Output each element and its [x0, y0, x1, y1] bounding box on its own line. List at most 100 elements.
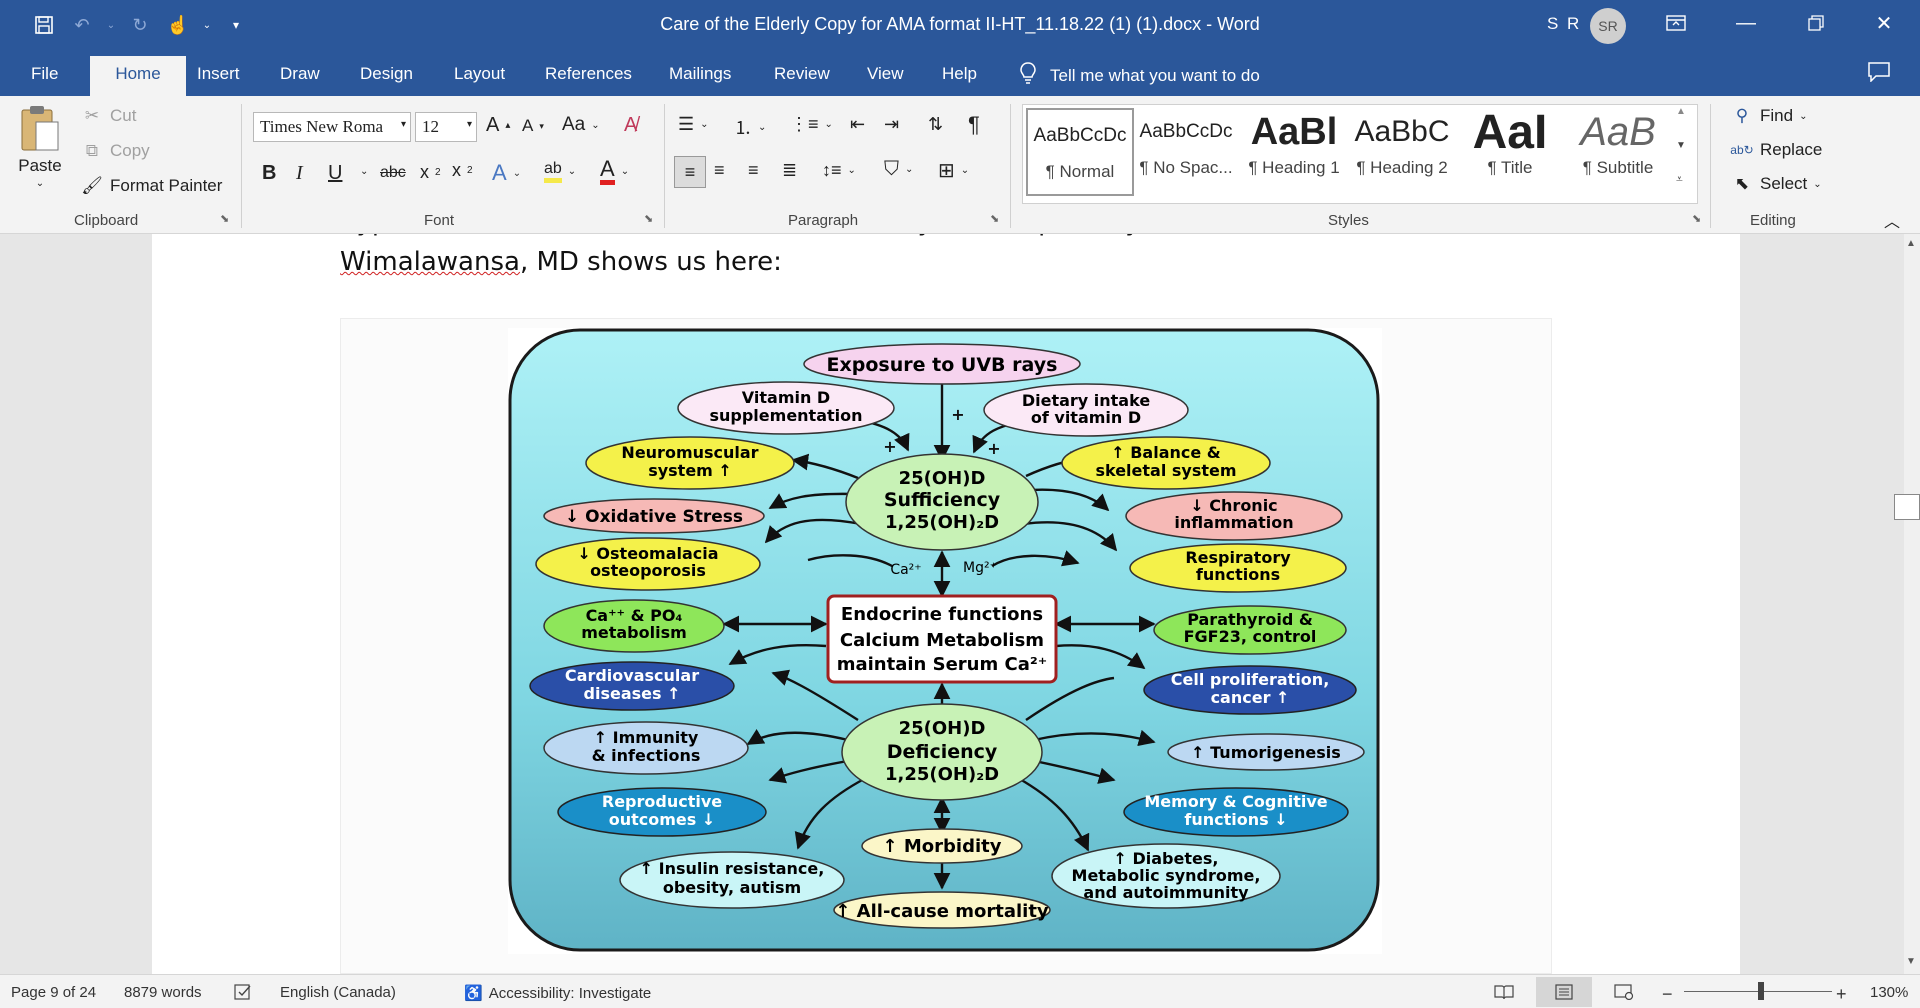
node-cardiovascular[interactable]: Cardiovascular diseases ↑: [529, 661, 735, 711]
tell-me-search[interactable]: Tell me what you want to do: [1020, 62, 1260, 89]
tab-design[interactable]: Design: [360, 60, 413, 88]
sort-icon[interactable]: ⇅: [928, 114, 943, 135]
grow-font-icon[interactable]: A ▴: [486, 114, 510, 137]
strikethrough-icon[interactable]: abc: [380, 164, 406, 182]
zoom-level[interactable]: 130%: [1870, 984, 1908, 1001]
restore-icon[interactable]: [1788, 0, 1844, 46]
node-all-cause-mortality[interactable]: ↑ All-cause mortality: [833, 891, 1051, 929]
replace-button[interactable]: ab↻ Replace: [1730, 140, 1822, 160]
font-name-input[interactable]: Times New Roma ▾: [253, 112, 411, 142]
line-spacing-icon[interactable]: ↕≡ ⌄: [822, 160, 856, 181]
node-diabetes[interactable]: ↑ Diabetes, Metabolic syndrome, and auto…: [1051, 843, 1281, 909]
tab-draw[interactable]: Draw: [280, 60, 320, 88]
bullets-icon[interactable]: ☰ ⌄: [678, 114, 709, 135]
tab-insert[interactable]: Insert: [197, 60, 240, 88]
node-sufficiency[interactable]: 25(OH)D Sufficiency 1,25(OH)₂D: [845, 453, 1039, 551]
text-effects-icon[interactable]: A ⌄: [492, 160, 521, 186]
italic-icon[interactable]: I: [296, 162, 303, 185]
select-button[interactable]: ⬉ Select ⌄: [1730, 174, 1822, 194]
style-subtitle[interactable]: AaB ¶ Subtitle: [1564, 106, 1672, 190]
node-cell-proliferation[interactable]: Cell proliferation, cancer ↑: [1143, 665, 1357, 715]
font-name-dropdown-icon[interactable]: ▾: [401, 119, 406, 130]
copy-button[interactable]: ⧉ Copy: [80, 141, 150, 161]
change-case-icon[interactable]: Aa ⌄: [562, 114, 600, 136]
style-normal[interactable]: AaBbCcDc ¶ Normal: [1026, 108, 1134, 196]
node-uvb-exposure[interactable]: Exposure to UVB rays: [803, 343, 1081, 385]
node-ca-po4-metabolism[interactable]: Ca⁺⁺ & PO₄ metabolism: [543, 599, 725, 653]
node-endocrine-functions[interactable]: Endocrine functions Calcium Metabolism m…: [826, 594, 1058, 684]
node-chronic-inflammation[interactable]: ↓ Chronic inflammation: [1125, 491, 1343, 541]
body-paragraph[interactable]: hypertension, autoimmune and inflammator…: [340, 234, 1401, 282]
scroll-up-icon[interactable]: ▲: [1906, 238, 1916, 249]
styles-scroll-down-icon[interactable]: ▼: [1676, 140, 1686, 151]
styles-scroll-up-icon[interactable]: ▲: [1676, 106, 1686, 117]
print-layout-icon[interactable]: [1536, 977, 1592, 1007]
zoom-in-icon[interactable]: +: [1836, 984, 1847, 1005]
node-reproductive-outcomes[interactable]: Reproductive outcomes ↓: [557, 787, 767, 837]
node-neuromuscular[interactable]: Neuromuscular system ↑: [585, 436, 795, 490]
font-launcher-icon[interactable]: ⬊: [644, 212, 653, 225]
proofing-icon[interactable]: [234, 984, 252, 1000]
borders-icon[interactable]: ⊞ ⌄: [938, 158, 969, 183]
bold-icon[interactable]: B: [262, 162, 276, 185]
style-heading-1[interactable]: AaBl ¶ Heading 1: [1240, 106, 1348, 190]
web-layout-icon[interactable]: [1614, 984, 1634, 1000]
multilevel-list-icon[interactable]: ⋮≡ ⌄: [790, 114, 833, 135]
user-name[interactable]: S R: [1547, 14, 1581, 34]
scrollbar-thumb[interactable]: [1894, 494, 1920, 520]
find-dropdown-icon[interactable]: ⌄: [1799, 111, 1807, 122]
tab-references[interactable]: References: [545, 60, 632, 88]
node-balance-skeletal[interactable]: ↑ Balance & skeletal system: [1061, 436, 1271, 490]
decrease-indent-icon[interactable]: ⇤: [850, 114, 865, 135]
styles-more-icon[interactable]: ⩡: [1676, 172, 1683, 187]
node-immunity[interactable]: ↑ Immunity & infections: [543, 721, 749, 775]
style-no-spacing[interactable]: AaBbCcDc ¶ No Spac...: [1132, 106, 1240, 190]
node-osteomalacia[interactable]: ↓ Osteomalacia osteoporosis: [535, 537, 761, 591]
zoom-out-icon[interactable]: −: [1662, 984, 1673, 1005]
node-dietary-intake[interactable]: Dietary intake of vitamin D: [983, 383, 1189, 437]
numbering-icon[interactable]: ⒈ ⌄: [734, 114, 766, 140]
cut-button[interactable]: ✂ Cut: [80, 106, 137, 126]
node-insulin-resistance[interactable]: ↑ Insulin resistance, obesity, autism: [619, 851, 845, 909]
spelling-flagged-word[interactable]: Wimalawansa: [340, 247, 520, 277]
tab-file[interactable]: File: [31, 60, 58, 88]
comments-icon[interactable]: [1868, 62, 1890, 88]
style-title[interactable]: AaI ¶ Title: [1456, 106, 1564, 190]
justify-icon[interactable]: ≣: [782, 160, 797, 181]
node-memory-cognitive[interactable]: Memory & Cognitive functions ↓: [1123, 787, 1349, 837]
show-formatting-icon[interactable]: ¶: [968, 112, 980, 138]
scroll-down-icon[interactable]: ▼: [1906, 956, 1916, 967]
style-heading-2[interactable]: AaBbC ¶ Heading 2: [1348, 106, 1456, 190]
paste-dropdown-icon[interactable]: ⌄: [36, 178, 44, 189]
node-tumorigenesis[interactable]: ↑ Tumorigenesis: [1167, 733, 1365, 771]
node-morbidity[interactable]: ↑ Morbidity: [861, 828, 1023, 864]
close-icon[interactable]: ✕: [1856, 0, 1912, 46]
accessibility-checker[interactable]: ♿ Accessibility: Investigate: [464, 984, 651, 1003]
increase-indent-icon[interactable]: ⇥: [884, 114, 899, 135]
avatar[interactable]: SR: [1590, 8, 1626, 44]
font-size-dropdown-icon[interactable]: ▾: [467, 119, 472, 130]
underline-icon[interactable]: U: [328, 162, 342, 185]
align-right-icon[interactable]: ≡: [748, 160, 759, 181]
node-respiratory-functions[interactable]: Respiratory functions: [1129, 543, 1347, 593]
align-left-icon[interactable]: ≡: [674, 156, 706, 188]
highlight-icon[interactable]: ab ⌄: [544, 160, 576, 183]
word-count[interactable]: 8879 words: [124, 984, 202, 1001]
node-vitamin-d-supplementation[interactable]: Vitamin D supplementation: [677, 381, 895, 435]
tab-help[interactable]: Help: [942, 60, 977, 88]
subscript-icon[interactable]: x2: [420, 162, 441, 183]
paragraph-launcher-icon[interactable]: ⬊: [990, 212, 999, 225]
align-center-icon[interactable]: ≡: [714, 160, 725, 181]
clipboard-launcher-icon[interactable]: ⬊: [220, 212, 229, 225]
read-mode-icon[interactable]: [1494, 984, 1514, 1000]
clear-formatting-icon[interactable]: A̸: [624, 114, 637, 137]
styles-launcher-icon[interactable]: ⬊: [1692, 212, 1701, 225]
tab-mailings[interactable]: Mailings: [669, 60, 731, 88]
page-count[interactable]: Page 9 of 24: [11, 984, 96, 1001]
select-dropdown-icon[interactable]: ⌄: [1813, 179, 1821, 190]
minimize-icon[interactable]: —: [1718, 0, 1774, 46]
font-size-input[interactable]: 12 ▾: [415, 112, 477, 142]
shrink-font-icon[interactable]: A ▾: [522, 116, 544, 136]
underline-dropdown-icon[interactable]: ⌄: [360, 166, 368, 177]
font-color-icon[interactable]: A ⌄: [600, 158, 629, 185]
